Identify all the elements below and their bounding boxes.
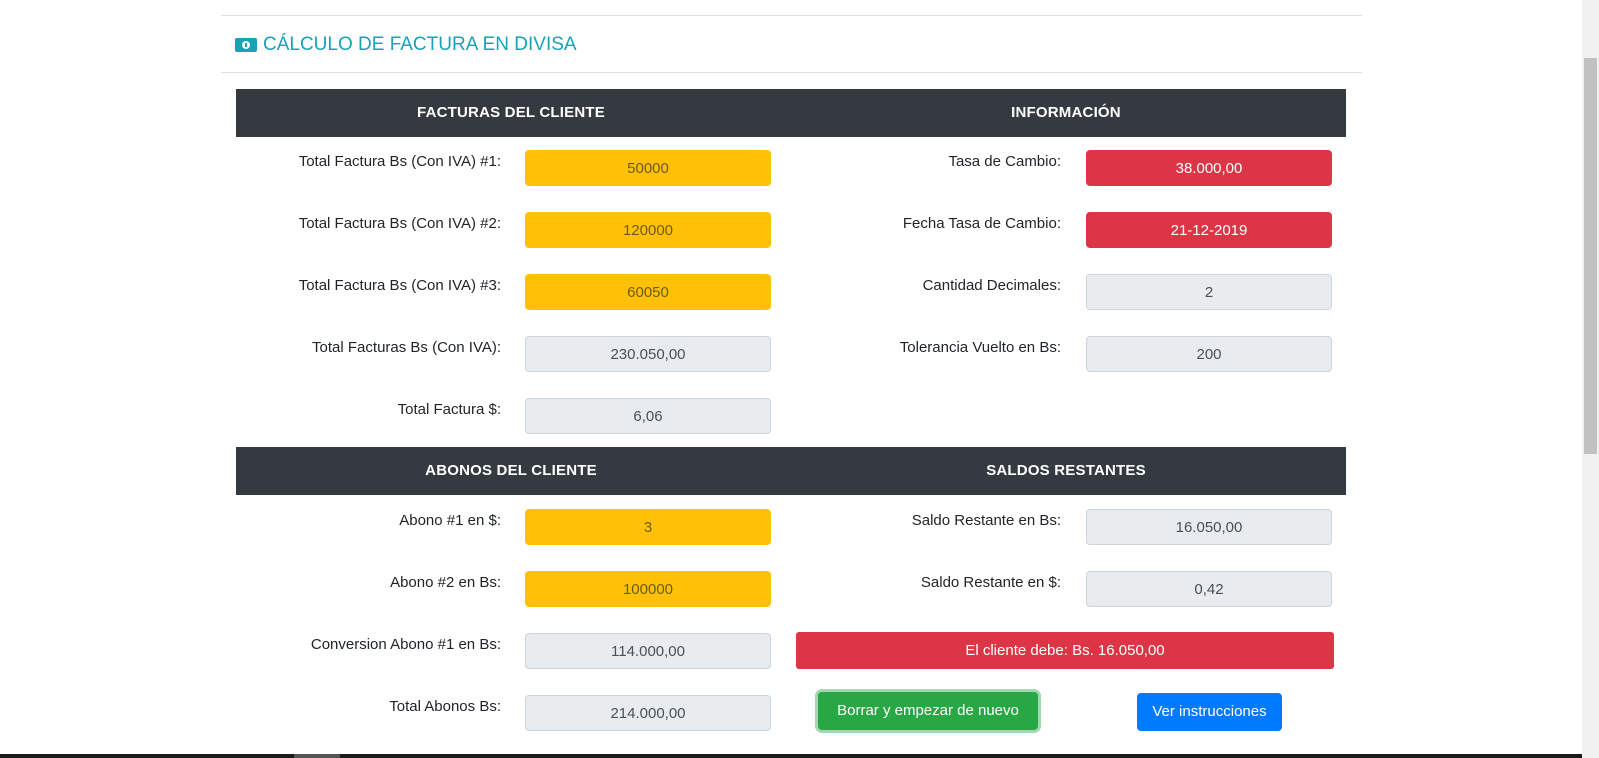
total-abonos-field: 214.000,00 [525, 695, 771, 731]
factura-3-input[interactable]: 60050 [525, 274, 771, 310]
table-header-abonos: ABONOS DEL CLIENTE SALDOS RESTANTES [236, 447, 1346, 495]
total-facturas-label: Total Facturas Bs (Con IVA): [312, 339, 501, 356]
taskbar-segment [294, 754, 340, 758]
taskbar-strip [0, 754, 1582, 758]
conversion-abono-field: 114.000,00 [525, 633, 771, 669]
page-title-text: CÁLCULO DE FACTURA EN DIVISA [263, 34, 577, 55]
reset-button[interactable]: Borrar y empezar de nuevo [818, 692, 1038, 730]
instructions-button[interactable]: Ver instrucciones [1137, 693, 1282, 731]
cantidad-decimales-label: Cantidad Decimales: [922, 277, 1061, 294]
abono-1-input[interactable]: 3 [525, 509, 771, 545]
vertical-scrollbar[interactable] [1582, 0, 1599, 758]
scrollbar-thumb[interactable] [1584, 58, 1597, 454]
total-factura-usd-label: Total Factura $: [397, 401, 501, 418]
header-saldos-restantes: SALDOS RESTANTES [986, 462, 1146, 479]
saldo-usd-field: 0,42 [1086, 571, 1332, 607]
conversion-abono-label: Conversion Abono #1 en Bs: [310, 636, 501, 653]
fecha-tasa-field[interactable]: 21-12-2019 [1086, 212, 1332, 248]
saldo-bs-label: Saldo Restante en Bs: [911, 512, 1061, 529]
factura-1-label: Total Factura Bs (Con IVA) #1: [298, 153, 501, 170]
saldo-usd-label: Saldo Restante en $: [920, 574, 1061, 591]
factura-2-label: Total Factura Bs (Con IVA) #2: [298, 215, 501, 232]
abono-2-label: Abono #2 en Bs: [390, 574, 501, 591]
cantidad-decimales-field: 2 [1086, 274, 1332, 310]
factura-2-input[interactable]: 120000 [525, 212, 771, 248]
tolerancia-vuelto-field: 200 [1086, 336, 1332, 372]
abono-1-label: Abono #1 en $: [399, 512, 501, 529]
abono-2-input[interactable]: 100000 [525, 571, 771, 607]
debt-alert: El cliente debe: Bs. 16.050,00 [796, 632, 1334, 669]
divider [221, 15, 1362, 16]
factura-1-input[interactable]: 50000 [525, 150, 771, 186]
total-factura-usd-field: 6,06 [525, 398, 771, 434]
money-bill-icon [235, 38, 257, 52]
factura-3-label: Total Factura Bs (Con IVA) #3: [298, 277, 501, 294]
table-header-facturas: FACTURAS DEL CLIENTE INFORMACIÓN [236, 89, 1346, 137]
total-abonos-label: Total Abonos Bs: [389, 698, 501, 715]
tolerancia-vuelto-label: Tolerancia Vuelto en Bs: [899, 339, 1061, 356]
divider [221, 72, 1362, 73]
tasa-cambio-label: Tasa de Cambio: [948, 153, 1061, 170]
header-abonos-del-cliente: ABONOS DEL CLIENTE [425, 462, 597, 479]
saldo-bs-field: 16.050,00 [1086, 509, 1332, 545]
total-facturas-field: 230.050,00 [525, 336, 771, 372]
tasa-cambio-field[interactable]: 38.000,00 [1086, 150, 1332, 186]
fecha-tasa-label: Fecha Tasa de Cambio: [902, 215, 1061, 232]
page-title: CÁLCULO DE FACTURA EN DIVISA [235, 30, 577, 60]
header-informacion: INFORMACIÓN [1011, 104, 1121, 121]
header-facturas-del-cliente: FACTURAS DEL CLIENTE [417, 104, 605, 121]
